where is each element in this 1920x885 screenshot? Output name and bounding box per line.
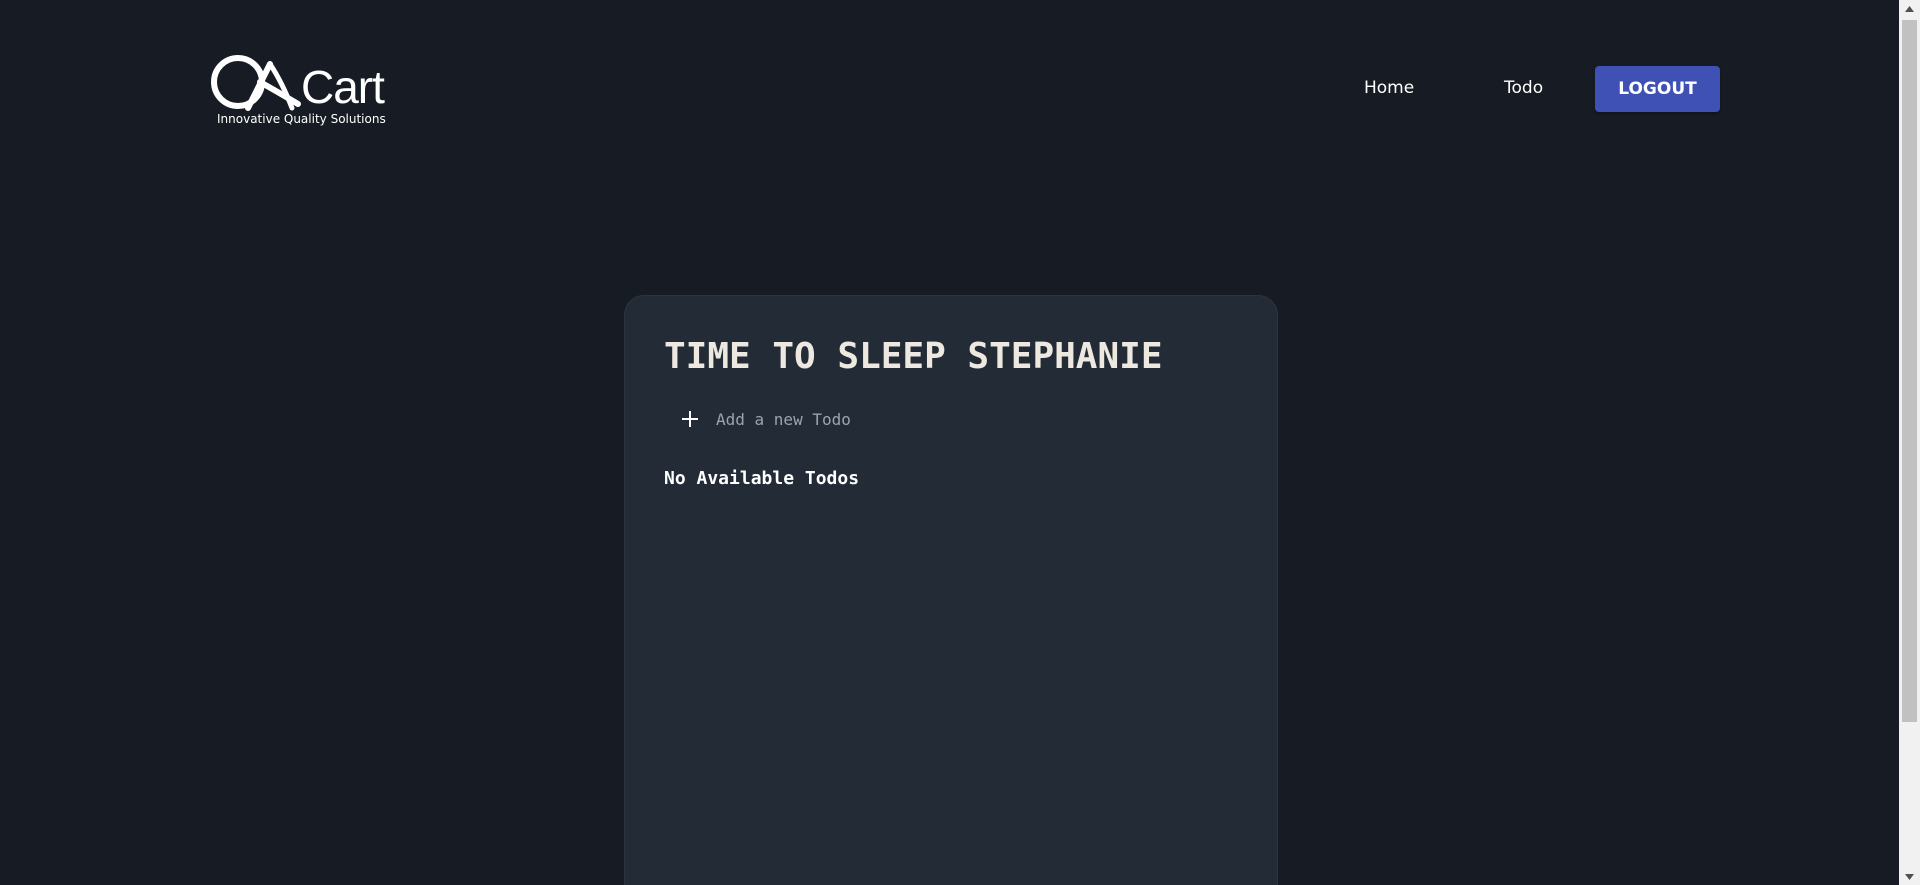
chevron-up-icon [1905,5,1914,12]
chevron-down-icon [1905,873,1914,880]
page: Cart Innovative Quality Solutions Home T… [0,0,1920,885]
empty-todos-message: No Available Todos [664,468,860,489]
qacart-logo[interactable]: Cart Innovative Quality Solutions [208,52,398,128]
nav-todo-link[interactable]: Todo [1504,78,1543,98]
page-title: TIME TO SLEEP STEPHANIE [664,336,1163,377]
logo-brand-text: Cart [301,61,385,113]
plus-icon[interactable] [680,409,700,429]
page-scrollbar[interactable] [1899,0,1920,885]
logo-tagline: Innovative Quality Solutions [217,112,386,126]
scroll-down-button[interactable] [1899,868,1920,885]
logout-button[interactable]: LOGOUT [1595,66,1720,112]
scrollbar-thumb[interactable] [1902,20,1917,722]
scroll-up-button[interactable] [1899,0,1920,17]
add-todo-row[interactable] [680,409,1016,429]
nav-home-link[interactable]: Home [1364,78,1414,98]
new-todo-input[interactable] [716,409,1016,429]
logo-mark-icon [211,55,301,111]
todo-card: TIME TO SLEEP STEPHANIE No Available Tod… [624,295,1278,885]
